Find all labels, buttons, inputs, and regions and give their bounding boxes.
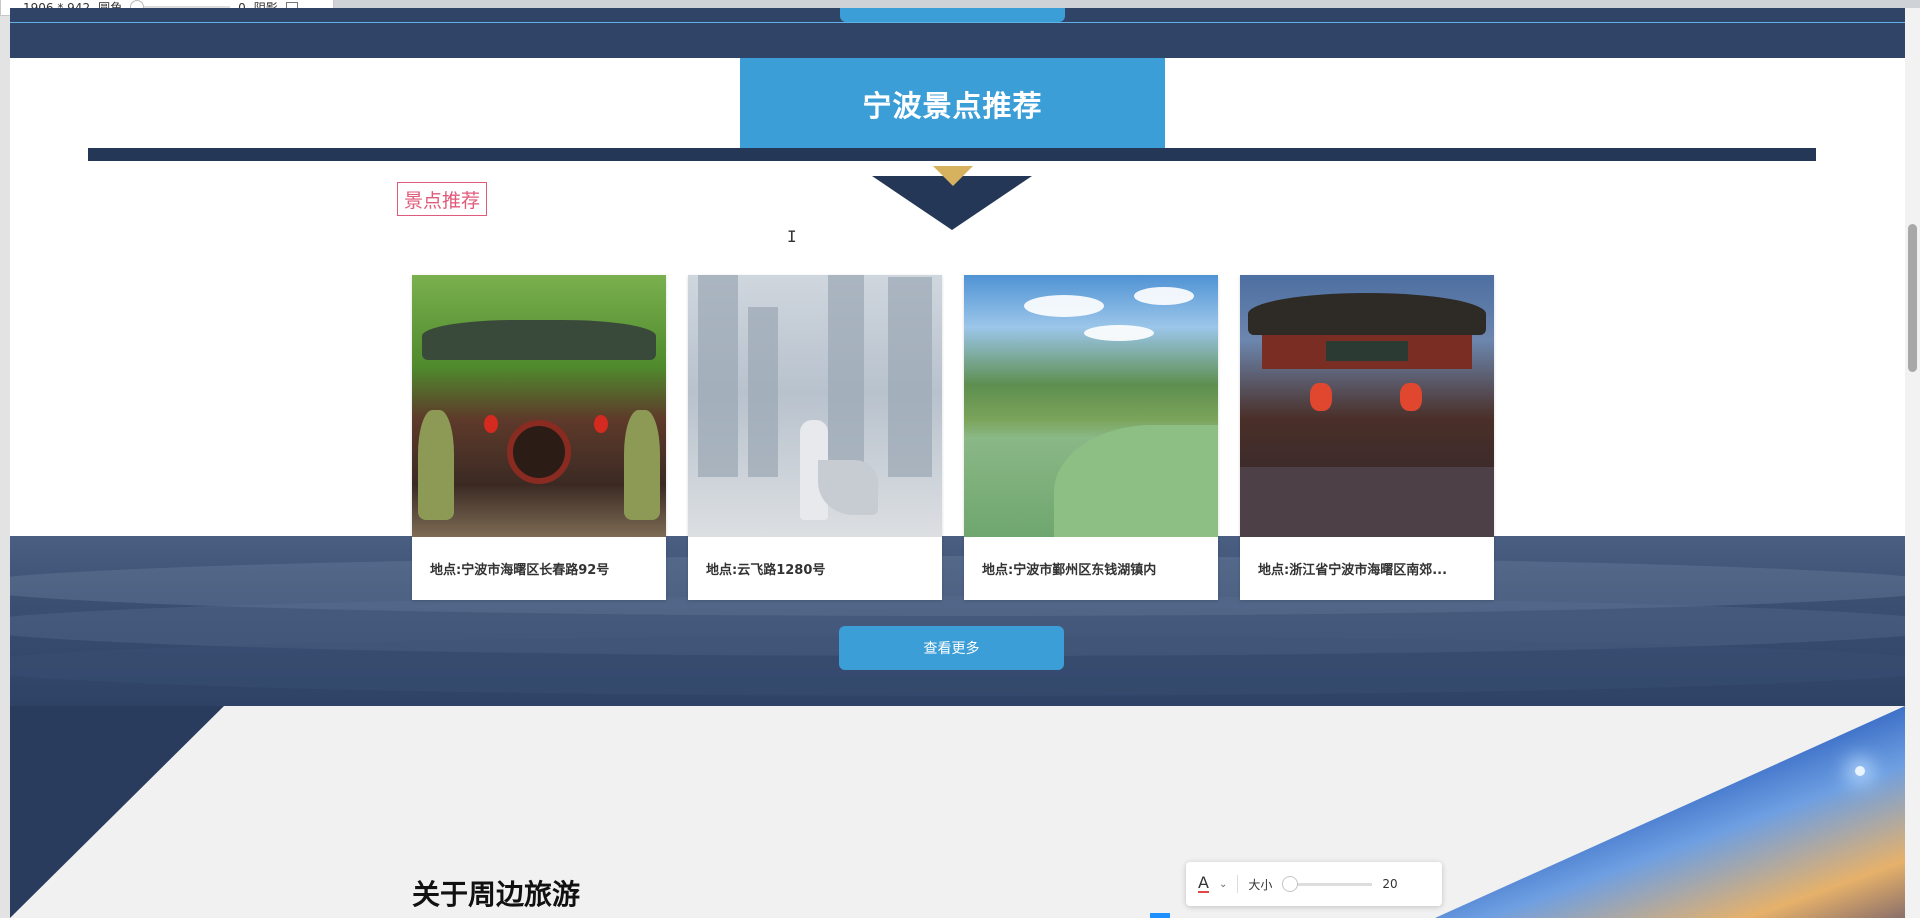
selection-guide-line	[10, 22, 1905, 23]
spot-card[interactable]: 地点:浙江省宁波市海曙区南郊...	[1240, 275, 1494, 600]
stone-lion	[624, 410, 660, 520]
title-divider	[88, 148, 1816, 161]
font-style-panel: A ⌄ 大小 20	[1186, 862, 1442, 906]
roof-shape	[422, 320, 656, 360]
plaza-ground	[1240, 467, 1494, 537]
city-gate-photo[interactable]	[1240, 275, 1494, 537]
spot-cards: 地点:宁波市海曙区长春路92号 地点:云飞路1280号 地点:宁波市鄞州区东钱湖…	[412, 275, 1494, 600]
stone-lion	[418, 410, 454, 520]
font-size-slider[interactable]	[1282, 875, 1373, 892]
section-title: 宁波景点推荐	[740, 58, 1165, 150]
lantern-icon	[1400, 383, 1422, 411]
scrollbar-thumb[interactable]	[1908, 224, 1917, 372]
lake-shape	[1054, 425, 1218, 537]
tower-shape	[748, 307, 778, 477]
gate-roof-shape	[1248, 293, 1486, 335]
about-title: 关于周边旅游	[412, 878, 581, 911]
font-size-slider-knob[interactable]	[1282, 875, 1299, 892]
city-night-image	[1435, 706, 1905, 918]
lake-landscape-photo[interactable]	[964, 275, 1218, 537]
selection-handle[interactable]	[1150, 913, 1170, 918]
page-scrollbar[interactable]	[1905, 8, 1920, 918]
spot-card[interactable]: 地点:宁波市鄞州区东钱湖镇内	[964, 275, 1218, 600]
tower-shape	[698, 275, 738, 477]
gold-arrow-icon	[933, 166, 973, 186]
left-edge	[0, 8, 10, 918]
header-button-stub[interactable]	[840, 8, 1065, 22]
spot-card[interactable]: 地点:宁波市海曙区长春路92号	[412, 275, 666, 600]
cloud-shape	[1134, 287, 1194, 305]
panel-divider	[1237, 875, 1239, 893]
chevron-down-icon[interactable]: ⌄	[1219, 879, 1227, 890]
header-band	[10, 8, 1905, 58]
cloud-shape	[1024, 295, 1104, 317]
lantern-icon	[484, 415, 498, 433]
about-section	[10, 706, 1905, 918]
gate-sign	[1326, 341, 1408, 361]
view-more-button[interactable]: 查看更多	[839, 626, 1064, 670]
font-size-value: 20	[1382, 877, 1398, 891]
text-cursor-icon: I	[787, 227, 797, 246]
spot-caption[interactable]: 地点:宁波市鄞州区东钱湖镇内	[964, 537, 1218, 600]
tower-shape	[888, 277, 932, 477]
misty-city-photo[interactable]	[688, 275, 942, 537]
spot-card[interactable]: 地点:云飞路1280号	[688, 275, 942, 600]
cloud-shape	[1084, 325, 1154, 341]
lantern-icon	[1310, 383, 1332, 411]
spot-caption[interactable]: 地点:宁波市海曙区长春路92号	[412, 537, 666, 600]
spot-caption[interactable]: 地点:云飞路1280号	[688, 537, 942, 600]
spot-caption[interactable]: 地点:浙江省宁波市海曙区南郊...	[1240, 537, 1494, 600]
spot-tag[interactable]: 景点推荐	[397, 182, 488, 216]
dark-diagonal	[10, 706, 224, 918]
tower-shape	[828, 275, 864, 477]
moon-gate	[507, 420, 571, 484]
lantern-icon	[594, 415, 608, 433]
font-color-icon[interactable]: A	[1198, 875, 1209, 893]
light-glow	[1855, 766, 1865, 776]
font-size-label: 大小	[1248, 877, 1273, 892]
temple-gate-photo[interactable]	[412, 275, 666, 537]
